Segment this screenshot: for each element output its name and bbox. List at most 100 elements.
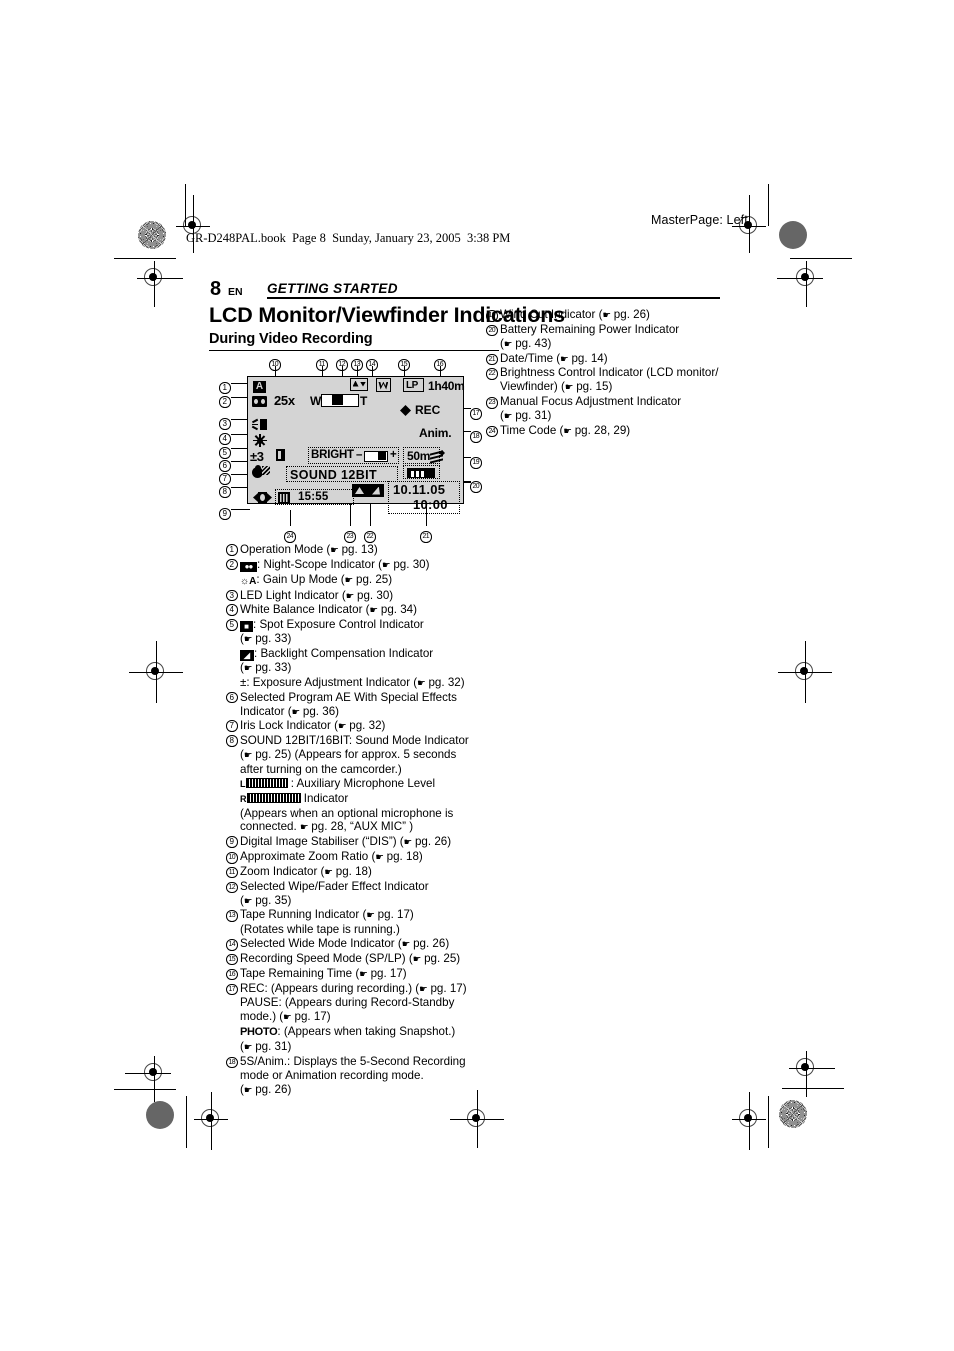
list-line: (☛ pg. 43) <box>500 336 552 350</box>
zoom-indicator-fill <box>332 395 343 406</box>
list-item-number: 20 <box>486 323 498 337</box>
halftone-target-top-right <box>779 221 807 249</box>
backlight-compensation-icon: ◢ <box>240 650 254 662</box>
pointing-hand-icon: ☛ <box>369 605 379 617</box>
list-item-text: Operation Mode (☛ pg. 13) <box>240 543 482 558</box>
list-line: SOUND 12BIT/16BIT: Sound Mode Indicator <box>240 734 469 748</box>
list-line: Manual Focus Adjustment Indicator <box>500 395 682 409</box>
list-item-text: ●●: Night-Scope Indicator (☛ pg. 30) ☼A: … <box>240 558 482 589</box>
pointing-hand-icon: ☛ <box>417 677 426 689</box>
trim-line-bottom-left-v <box>186 1096 188 1148</box>
list-line: Brightness Control Indicator (LCD monito… <box>500 366 719 380</box>
list-item-number: 12 <box>226 880 238 894</box>
list-line: PAUSE: (Appears during Record-Standby <box>240 996 455 1010</box>
list-item: 10 Approximate Zoom Ratio (☛ pg. 18) <box>226 850 482 865</box>
indicator-list-left: 1 Operation Mode (☛ pg. 13) 2 ●●: Night-Sco… <box>226 543 482 1097</box>
list-item: 20 Battery Remaining Power Indicator (☛ pg… <box>486 323 736 352</box>
halftone-target-top-left <box>138 221 166 249</box>
pointing-hand-icon: ☛ <box>564 382 574 394</box>
list-line: Digital Image Stabiliser (“DIS”) (☛ pg. … <box>240 835 452 849</box>
list-line: Viewfinder) (☛ pg. 15) <box>500 380 613 394</box>
focus-distance-group: 50m <box>403 447 440 464</box>
bright-plus: + <box>390 449 397 461</box>
book-source-line: GR-D248PAL.book Page 8 Sunday, January 2… <box>186 231 511 245</box>
night-scope-icon <box>252 396 267 407</box>
registration-mark-middle-left <box>129 641 183 703</box>
date-label: 10.11.05 <box>393 482 446 497</box>
list-item-text: Selected Program AE With Special Effects… <box>240 691 482 720</box>
photo-label: PHOTO <box>240 1026 278 1039</box>
callout-2: 2 <box>219 392 231 410</box>
brightness-slider-thumb <box>378 451 386 460</box>
led-light-icon <box>251 418 268 431</box>
list-line: (☛ pg. 35) <box>240 893 292 907</box>
brightness-slider[interactable] <box>364 450 388 462</box>
indicator-list-right: 19 Wind Cut Indicator (☛ pg. 26) 20 Battery… <box>486 308 736 439</box>
list-item-text: Tape Running Indicator (☛ pg. 17) (Rotate… <box>240 908 482 937</box>
spot-exposure-icon: ■ <box>240 621 253 633</box>
masterpage-label: MasterPage: Left <box>651 213 748 227</box>
list-item-text: Date/Time (☛ pg. 14) <box>500 352 736 367</box>
list-line: Selected Wide Mode Indicator (☛ pg. 26) <box>240 937 450 951</box>
list-line: 5S/Anim.: Displays the 5-Second Recordin… <box>240 1054 466 1068</box>
registration-mark-upper-left-inner <box>137 261 183 307</box>
list-line: Approximate Zoom Ratio (☛ pg. 18) <box>240 850 423 864</box>
sound-mode-group: SOUND 12BIT <box>286 466 398 482</box>
list-line: White Balance Indicator (☛ pg. 34) <box>240 603 417 617</box>
list-line: Battery Remaining Power Indicator <box>500 322 680 336</box>
list-item-number: 6 <box>226 691 238 705</box>
callout-19: 19 <box>470 452 482 470</box>
brightness-control-group: BRIGHT – + <box>308 447 399 464</box>
halftone-target-bottom-right <box>779 1100 807 1128</box>
pointing-hand-icon: ☛ <box>560 353 569 365</box>
list-item-number: 8 <box>226 734 238 748</box>
list-item-number: 1 <box>226 543 238 557</box>
list-line: mode or Animation recording mode. <box>240 1068 424 1082</box>
list-item: 13 Tape Running Indicator (☛ pg. 17) (Rota… <box>226 908 482 937</box>
trim-line-top-right-v <box>768 184 770 226</box>
list-line: (☛ pg. 33) <box>240 661 292 675</box>
trim-line-upper-right-h <box>790 258 852 260</box>
anim-label: Anim. <box>419 426 452 440</box>
list-item-number: 18 <box>226 1055 238 1069</box>
pointing-hand-icon: ☛ <box>283 1012 292 1024</box>
list-item-number: 4 <box>226 603 238 617</box>
list-item: 18 5S/Anim.: Displays the 5-Second Record… <box>226 1055 482 1098</box>
list-item: 17 REC: (Appears during recording.) (☛ pg… <box>226 982 482 1055</box>
registration-mark-lower-left-inner <box>125 1056 171 1102</box>
list-item: 7 Iris Lock Indicator (☛ pg. 32) <box>226 719 482 734</box>
pointing-hand-icon: ☛ <box>503 410 513 422</box>
list-item-number: 11 <box>226 865 238 879</box>
list-line: Recording Speed Mode (SP/LP) (☛ pg. 25) <box>240 951 461 965</box>
bright-label: BRIGHT <box>311 449 354 461</box>
callout-22: 22 <box>364 526 376 544</box>
list-item-text: Brightness Control Indicator (LCD monito… <box>500 366 736 395</box>
list-item-text: LED Light Indicator (☛ pg. 30) <box>240 589 482 604</box>
list-line: (☛ pg. 25) (Appears for approx. 5 second… <box>240 748 457 762</box>
pointing-hand-icon: ☛ <box>243 663 253 675</box>
halftone-target-bottom-left <box>146 1101 174 1129</box>
manual-page: MasterPage: Left GR-D248PAL.book Page 8 … <box>0 0 954 1351</box>
list-item: 15 Recording Speed Mode (SP/LP) (☛ pg. 25… <box>226 952 482 967</box>
list-line: (Appears when an optional microphone is <box>240 806 454 820</box>
list-line: Time Code (☛ pg. 28, 29) <box>500 423 631 437</box>
list-item-number: 16 <box>226 967 238 981</box>
leader-24 <box>289 510 291 526</box>
date-time-group: 10.11.05 10:00 <box>388 481 460 514</box>
list-item: 23 Manual Focus Adjustment Indicator (☛ pg… <box>486 395 736 424</box>
pointing-hand-icon: ☛ <box>324 866 333 878</box>
list-item: 19 Wind Cut Indicator (☛ pg. 26) <box>486 308 736 323</box>
callout-9: 9 <box>219 504 231 522</box>
list-item-number: 19 <box>486 308 498 322</box>
list-item-text: Tape Remaining Time (☛ pg. 17) <box>240 967 482 982</box>
rec-label: REC <box>415 403 441 417</box>
list-item-text: Selected Wipe/Fader Effect Indicator (☛ p… <box>240 880 482 909</box>
bright-minus: – <box>356 449 363 461</box>
page-number: 8 <box>210 278 222 300</box>
program-ae-icon <box>252 465 270 478</box>
list-line: Date/Time (☛ pg. 14) <box>500 351 608 365</box>
list-item-number: 10 <box>226 850 238 864</box>
chapter-title: GETTING STARTED <box>267 281 398 296</box>
pointing-hand-icon: ☛ <box>401 939 411 951</box>
zoom-indicator-bar <box>321 394 359 407</box>
